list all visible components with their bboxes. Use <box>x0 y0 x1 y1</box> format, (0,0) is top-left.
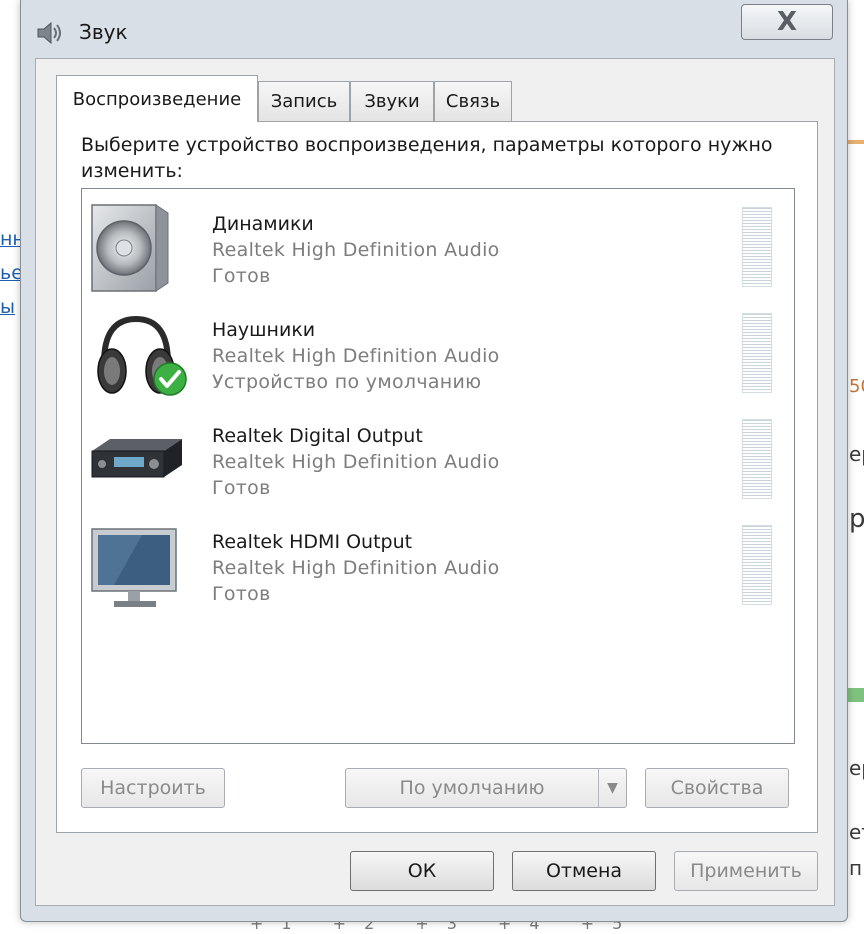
instruction-text: Выберите устройство воспроизведения, пар… <box>81 134 773 182</box>
properties-button[interactable]: Свойства <box>645 768 789 808</box>
bg-text-fragment: ет <box>849 820 864 844</box>
device-driver: Realtek High Definition Audio <box>212 239 500 261</box>
title-bar[interactable]: Звук X <box>21 0 847 58</box>
dialog-client: Воспроизведение Запись Звуки Связь Выбер… <box>35 58 835 906</box>
button-label: Отмена <box>545 860 623 882</box>
device-name: Наушники <box>212 319 316 341</box>
tab-sounds[interactable]: Звуки <box>350 81 434 121</box>
tab-playback[interactable]: Воспроизведение <box>56 75 258 122</box>
tab-label: Связь <box>445 91 501 112</box>
device-status: Готов <box>212 477 271 499</box>
tab-recording[interactable]: Запись <box>258 81 350 121</box>
device-driver: Realtek High Definition Audio <box>212 345 500 367</box>
device-driver: Realtek High Definition Audio <box>212 451 500 473</box>
button-label: ОК <box>407 860 437 882</box>
dialog-button-bar: ОК Отмена Применить <box>36 833 834 905</box>
set-default-dropdown[interactable]: ▼ <box>598 769 626 807</box>
volume-meter <box>742 207 772 287</box>
device-name: Realtek HDMI Output <box>212 531 413 553</box>
bg-link-fragment: ы <box>0 296 16 318</box>
chevron-down-icon: ▼ <box>607 780 618 796</box>
speaker-icon <box>91 204 169 292</box>
cancel-button[interactable]: Отмена <box>512 851 656 891</box>
volume-meter <box>742 313 772 393</box>
bg-text-fragment: р <box>849 504 864 534</box>
default-check-icon <box>153 362 187 396</box>
bg-decoration <box>846 688 864 702</box>
close-button[interactable]: X <box>741 4 833 40</box>
tab-label: Воспроизведение <box>72 88 242 110</box>
tab-label: Звуки <box>364 91 420 112</box>
bg-decoration <box>846 140 864 144</box>
bg-text-fragment: ер <box>849 442 864 466</box>
device-status: Готов <box>212 583 271 605</box>
tab-label: Запись <box>270 91 338 112</box>
device-name: Динамики <box>212 213 314 235</box>
volume-meter <box>742 419 772 499</box>
device-list[interactable]: Динамики Realtek High Definition Audio Г… <box>81 188 795 744</box>
speaker-title-icon <box>37 21 61 45</box>
device-item-hdmi-output[interactable]: Realtek HDMI Output Realtek High Definit… <box>82 511 794 617</box>
device-name: Realtek Digital Output <box>212 425 423 447</box>
playback-panel: Выберите устройство воспроизведения, пар… <box>56 121 818 833</box>
device-item-digital-output[interactable]: Realtek Digital Output Realtek High Defi… <box>82 405 794 511</box>
bg-text-fragment: 50 <box>849 376 864 397</box>
volume-meter <box>742 525 772 605</box>
button-label: Свойства <box>670 777 764 799</box>
close-icon: X <box>776 7 798 37</box>
tab-communications[interactable]: Связь <box>434 81 512 121</box>
button-label: Применить <box>690 860 802 882</box>
apply-button[interactable]: Применить <box>674 851 818 891</box>
monitor-icon <box>91 528 177 607</box>
device-status: Готов <box>212 265 271 287</box>
sound-dialog: Звук X Воспроизведение Запись Звуки Связ… <box>20 0 848 922</box>
button-label: Настроить <box>100 777 206 799</box>
window-title: Звук <box>79 20 128 44</box>
device-item-headphones[interactable]: Наушники Realtek High Definition Audio У… <box>82 299 794 405</box>
device-status: Устройство по умолчанию <box>212 371 482 393</box>
device-driver: Realtek High Definition Audio <box>212 557 500 579</box>
ok-button[interactable]: ОК <box>350 851 494 891</box>
set-default-button[interactable]: По умолчанию ▼ <box>345 768 627 808</box>
device-item-speakers[interactable]: Динамики Realtek High Definition Audio Г… <box>82 193 794 299</box>
configure-button[interactable]: Настроить <box>81 768 225 808</box>
bg-text-fragment: ер <box>849 756 864 780</box>
bg-text-fragment: п <box>849 856 863 880</box>
button-label: По умолчанию <box>399 777 545 799</box>
receiver-icon <box>91 439 182 478</box>
